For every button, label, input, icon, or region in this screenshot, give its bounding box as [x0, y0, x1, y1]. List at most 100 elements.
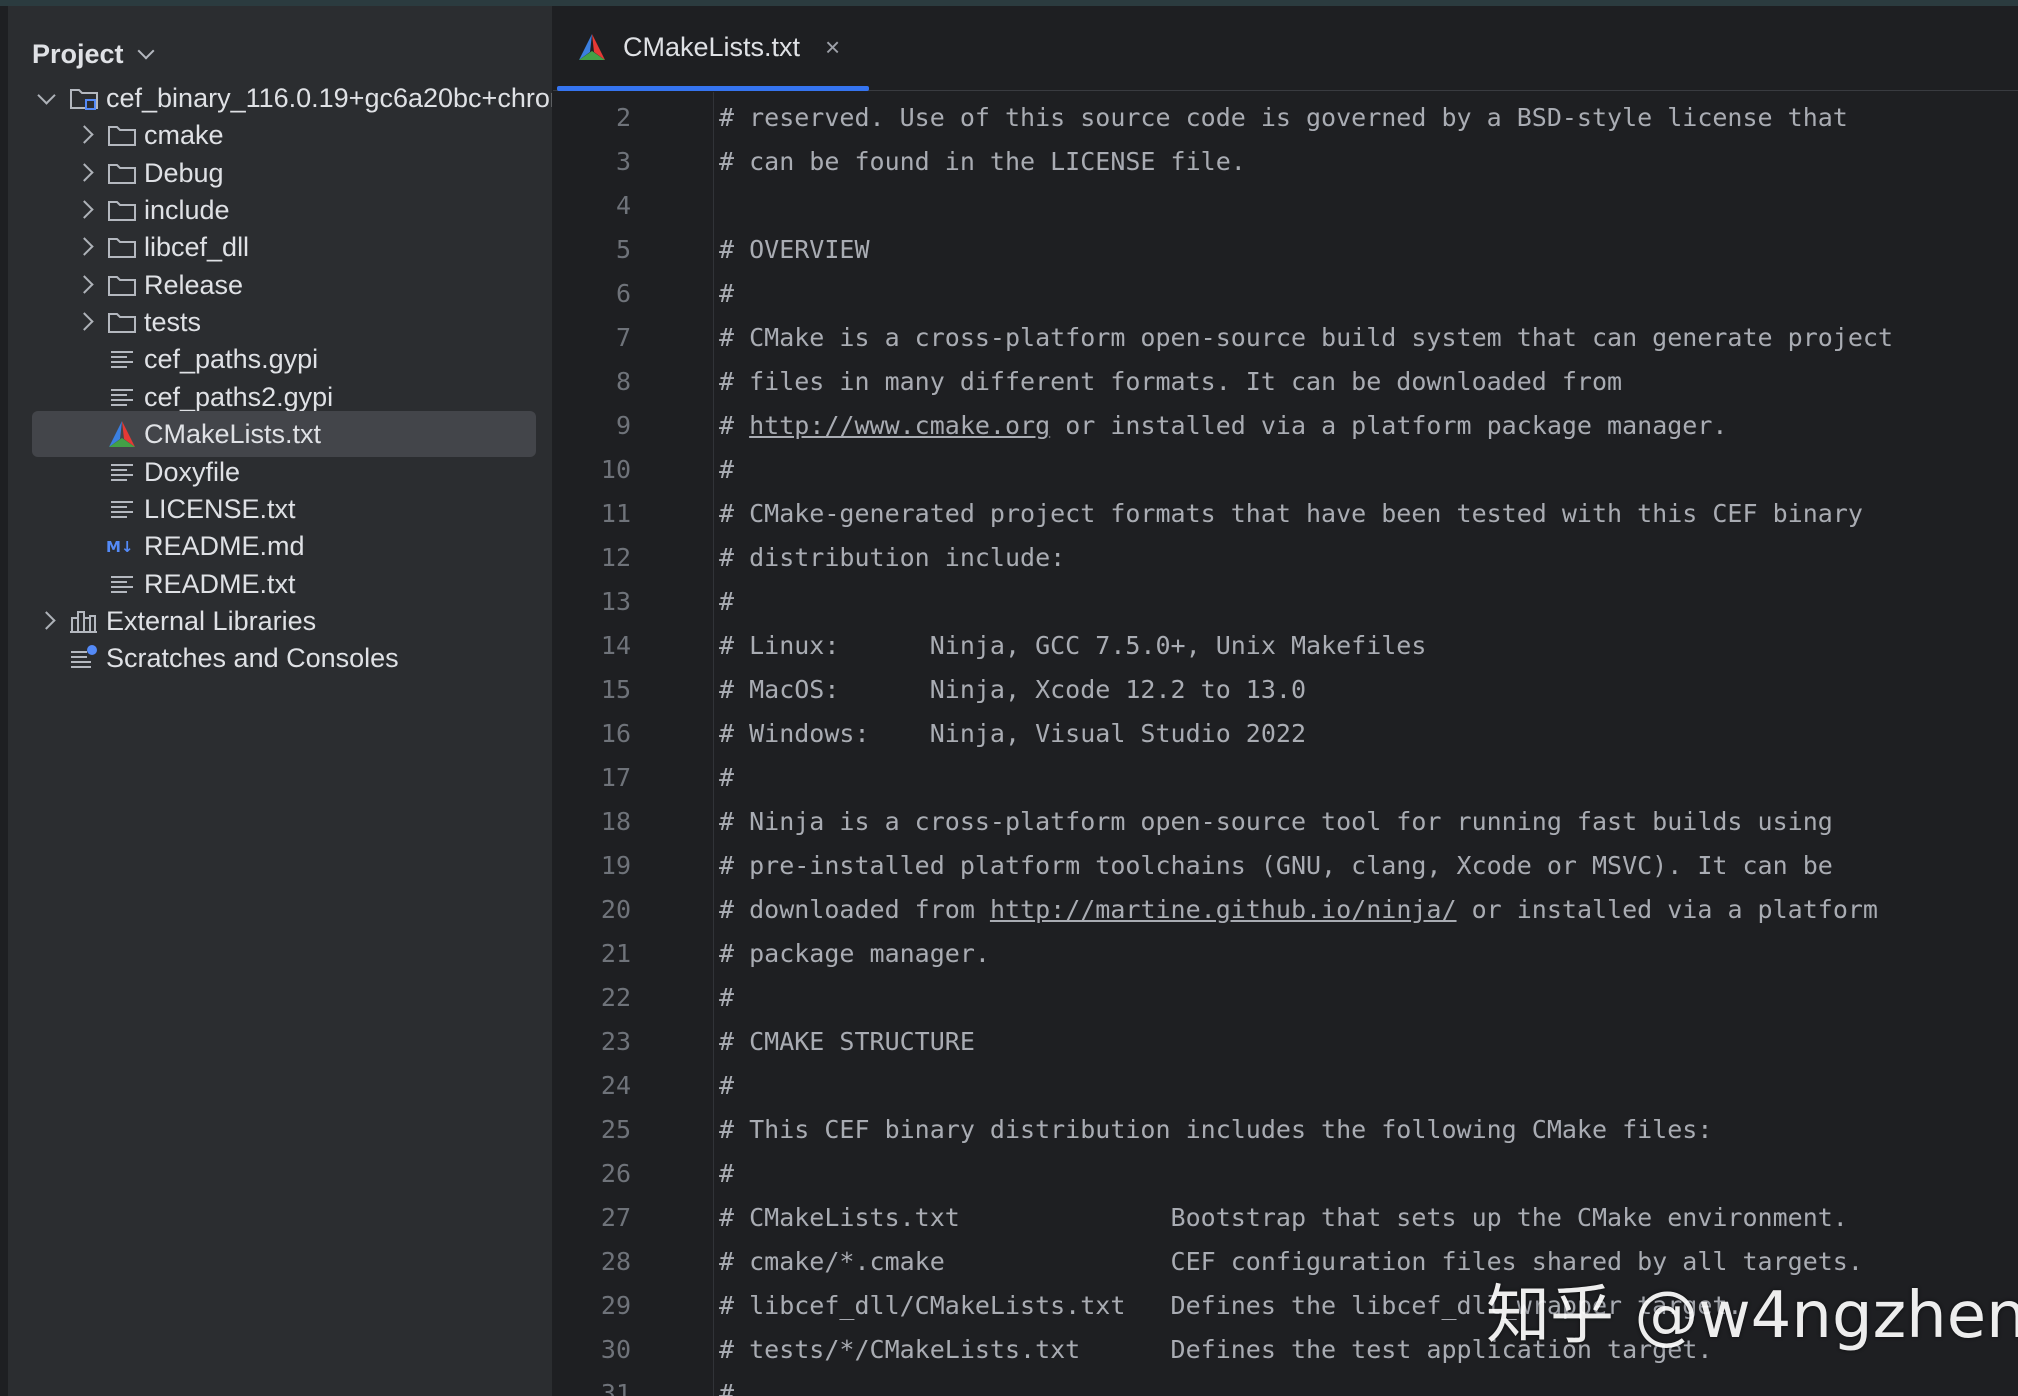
folder-icon	[108, 163, 136, 184]
line-number: 30	[600, 1335, 631, 1364]
code-line: 27 # CMakeLists.txt Bootstrap that sets u…	[553, 1196, 2018, 1240]
code-line: 5 # OVERVIEW	[553, 228, 2018, 272]
code-line: 24 #	[553, 1064, 2018, 1108]
folder-icon	[108, 238, 136, 259]
line-number: 17	[600, 763, 631, 792]
code-line: 22 #	[553, 976, 2018, 1020]
line-number: 27	[600, 1203, 631, 1232]
code-line: 20 # downloaded from http://martine.githu…	[553, 888, 2018, 932]
code-line: 12 # distribution include:	[553, 536, 2018, 580]
ide-window: Project cef_binary_116.0.19+gc6a20bc+chr…	[0, 0, 2018, 1396]
text-file-icon	[111, 351, 133, 369]
code-line: 7 # CMake is a cross-platform open-source…	[553, 316, 2018, 360]
code-line: 11 # CMake-generated project formats that…	[553, 492, 2018, 536]
code-text: # This CEF binary distribution includes …	[719, 1115, 1713, 1144]
line-number: 14	[600, 631, 631, 660]
expand-arrow-down-icon[interactable]	[37, 86, 56, 105]
line-number: 23	[600, 1027, 631, 1056]
line-number: 11	[600, 499, 631, 528]
code-line: 6 #	[553, 272, 2018, 316]
cmake-icon	[109, 421, 135, 448]
code-text: # Linux: Ninja, GCC 7.5.0+, Unix Makefil…	[719, 631, 1427, 660]
code-text: # Ninja is a cross-platform open-source …	[719, 807, 1833, 836]
line-number: 12	[600, 543, 631, 572]
tab-cmakelists[interactable]: CMakeLists.txt ×	[555, 6, 869, 91]
line-number: 31	[600, 1379, 631, 1396]
code-line: 14 # Linux: Ninja, GCC 7.5.0+, Unix Makef…	[553, 624, 2018, 668]
code-line: 23 # CMAKE STRUCTURE	[553, 1020, 2018, 1064]
code-text: #	[719, 455, 735, 484]
code-text: # package manager.	[719, 939, 990, 968]
project-tool-window: Project cef_binary_116.0.19+gc6a20bc+chr…	[8, 6, 553, 1396]
line-number: 6	[615, 279, 631, 308]
editor-tab-bar: CMakeLists.txt ×	[553, 6, 2018, 91]
code-link[interactable]: http://www.cmake.org	[749, 411, 1050, 440]
expand-arrow-right-icon[interactable]	[75, 162, 94, 182]
close-icon[interactable]: ×	[825, 32, 840, 63]
scratches-icon	[71, 645, 97, 669]
line-number: 18	[600, 807, 631, 836]
expand-arrow-right-icon[interactable]	[37, 611, 56, 630]
code-text: #	[719, 1071, 735, 1100]
chevron-down-icon	[137, 42, 155, 60]
text-file-icon	[111, 388, 133, 406]
expand-arrow-right-icon[interactable]	[75, 200, 94, 219]
tab-label: CMakeLists.txt	[623, 32, 801, 62]
code-line: 3 # can be found in the LICENSE file.	[553, 140, 2018, 184]
svg-text:M↓: M↓	[106, 538, 134, 556]
code-line: 31 #	[553, 1372, 2018, 1396]
expand-arrow-right-icon[interactable]	[75, 125, 94, 145]
code-line: 4	[553, 184, 2018, 228]
tool-window-strip	[0, 6, 8, 1396]
code-link[interactable]: http://martine.github.io/ninja/	[990, 895, 1457, 924]
code-text: # CMake is a cross-platform open-source …	[719, 323, 1893, 352]
line-number: 7	[615, 323, 631, 352]
code-line: 18 # Ninja is a cross-platform open-sourc…	[553, 800, 2018, 844]
line-number: 29	[600, 1291, 631, 1320]
code-line: 19 # pre-installed platform toolchains (G…	[553, 844, 2018, 888]
project-folder-icon	[70, 89, 98, 110]
line-number: 13	[600, 587, 631, 616]
line-number: 5	[615, 235, 631, 264]
expand-arrow-right-icon[interactable]	[75, 312, 94, 331]
line-number: 21	[600, 939, 631, 968]
expand-arrow-right-icon[interactable]	[75, 275, 94, 294]
line-number: 22	[600, 983, 631, 1012]
project-view-selector[interactable]: Project	[32, 34, 155, 74]
code-line: 8 # files in many different formats. It c…	[553, 360, 2018, 404]
line-number: 19	[600, 851, 631, 880]
line-number: 26	[600, 1159, 631, 1188]
code-text: # MacOS: Ninja, Xcode 12.2 to 13.0	[719, 675, 1306, 704]
tree-item-scratches-and-consoles[interactable]: Scratches and Consoles	[32, 635, 536, 681]
code-line: 21 # package manager.	[553, 932, 2018, 976]
text-file-icon	[111, 575, 133, 593]
code-text: #	[719, 1379, 735, 1396]
code-text: #	[719, 587, 735, 616]
code-line: 2 # reserved. Use of this source code is …	[553, 96, 2018, 140]
code-text: # CMake-generated project formats that h…	[719, 499, 1863, 528]
line-number: 28	[600, 1247, 631, 1276]
expand-arrow-right-icon[interactable]	[75, 237, 94, 257]
line-number: 16	[600, 719, 631, 748]
folder-icon	[108, 313, 136, 334]
code-text: # reserved. Use of this source code is g…	[719, 103, 1848, 132]
code-text: # downloaded from http://martine.github.…	[719, 895, 1878, 924]
text-file-icon	[111, 463, 133, 481]
code-text: # OVERVIEW	[719, 235, 870, 264]
line-number: 2	[615, 103, 631, 132]
project-title: Project	[32, 38, 124, 69]
code-editor[interactable]: 2 # reserved. Use of this source code is …	[553, 92, 2018, 1396]
line-number: 20	[600, 895, 631, 924]
folder-icon	[108, 126, 136, 147]
code-text: # Windows: Ninja, Visual Studio 2022	[719, 719, 1306, 748]
line-number: 10	[600, 455, 631, 484]
editor-pane: CMakeLists.txt × 2 # reserved. Use of thi…	[553, 6, 2018, 1396]
code-text: # distribution include:	[719, 543, 1066, 572]
line-number: 24	[600, 1071, 631, 1100]
code-line: 9 # http://www.cmake.org or installed via…	[553, 404, 2018, 448]
code-text: # pre-installed platform toolchains (GNU…	[719, 851, 1833, 880]
tree-item-label: Scratches and Consoles	[106, 643, 399, 674]
line-number: 25	[600, 1115, 631, 1144]
code-line: 15 # MacOS: Ninja, Xcode 12.2 to 13.0	[553, 668, 2018, 712]
code-text: #	[719, 1159, 735, 1188]
